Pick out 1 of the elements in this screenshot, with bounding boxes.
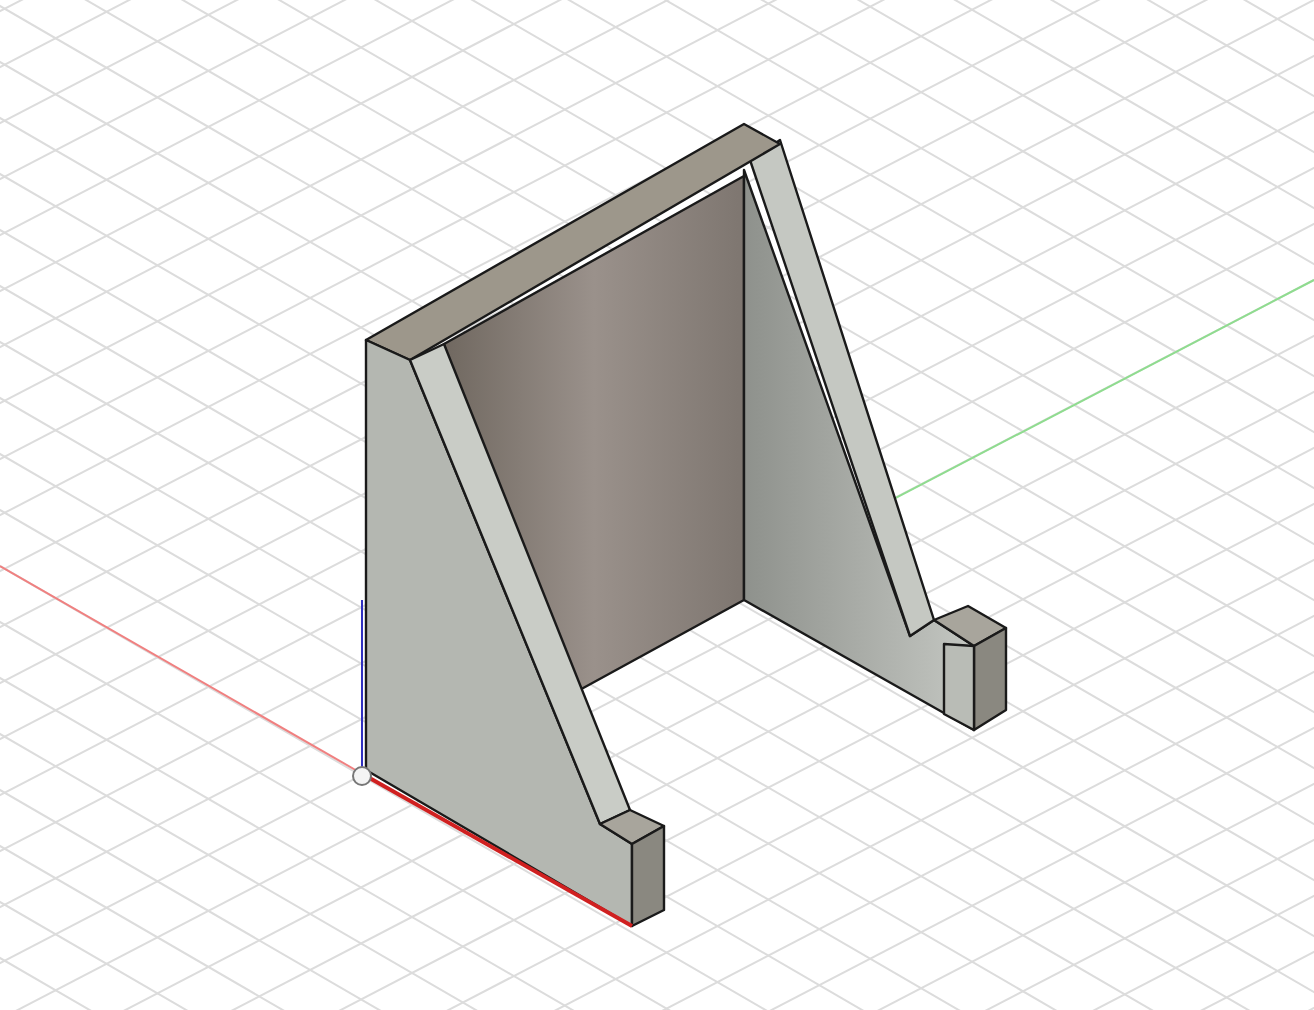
origin-point-icon[interactable] — [352, 766, 372, 786]
